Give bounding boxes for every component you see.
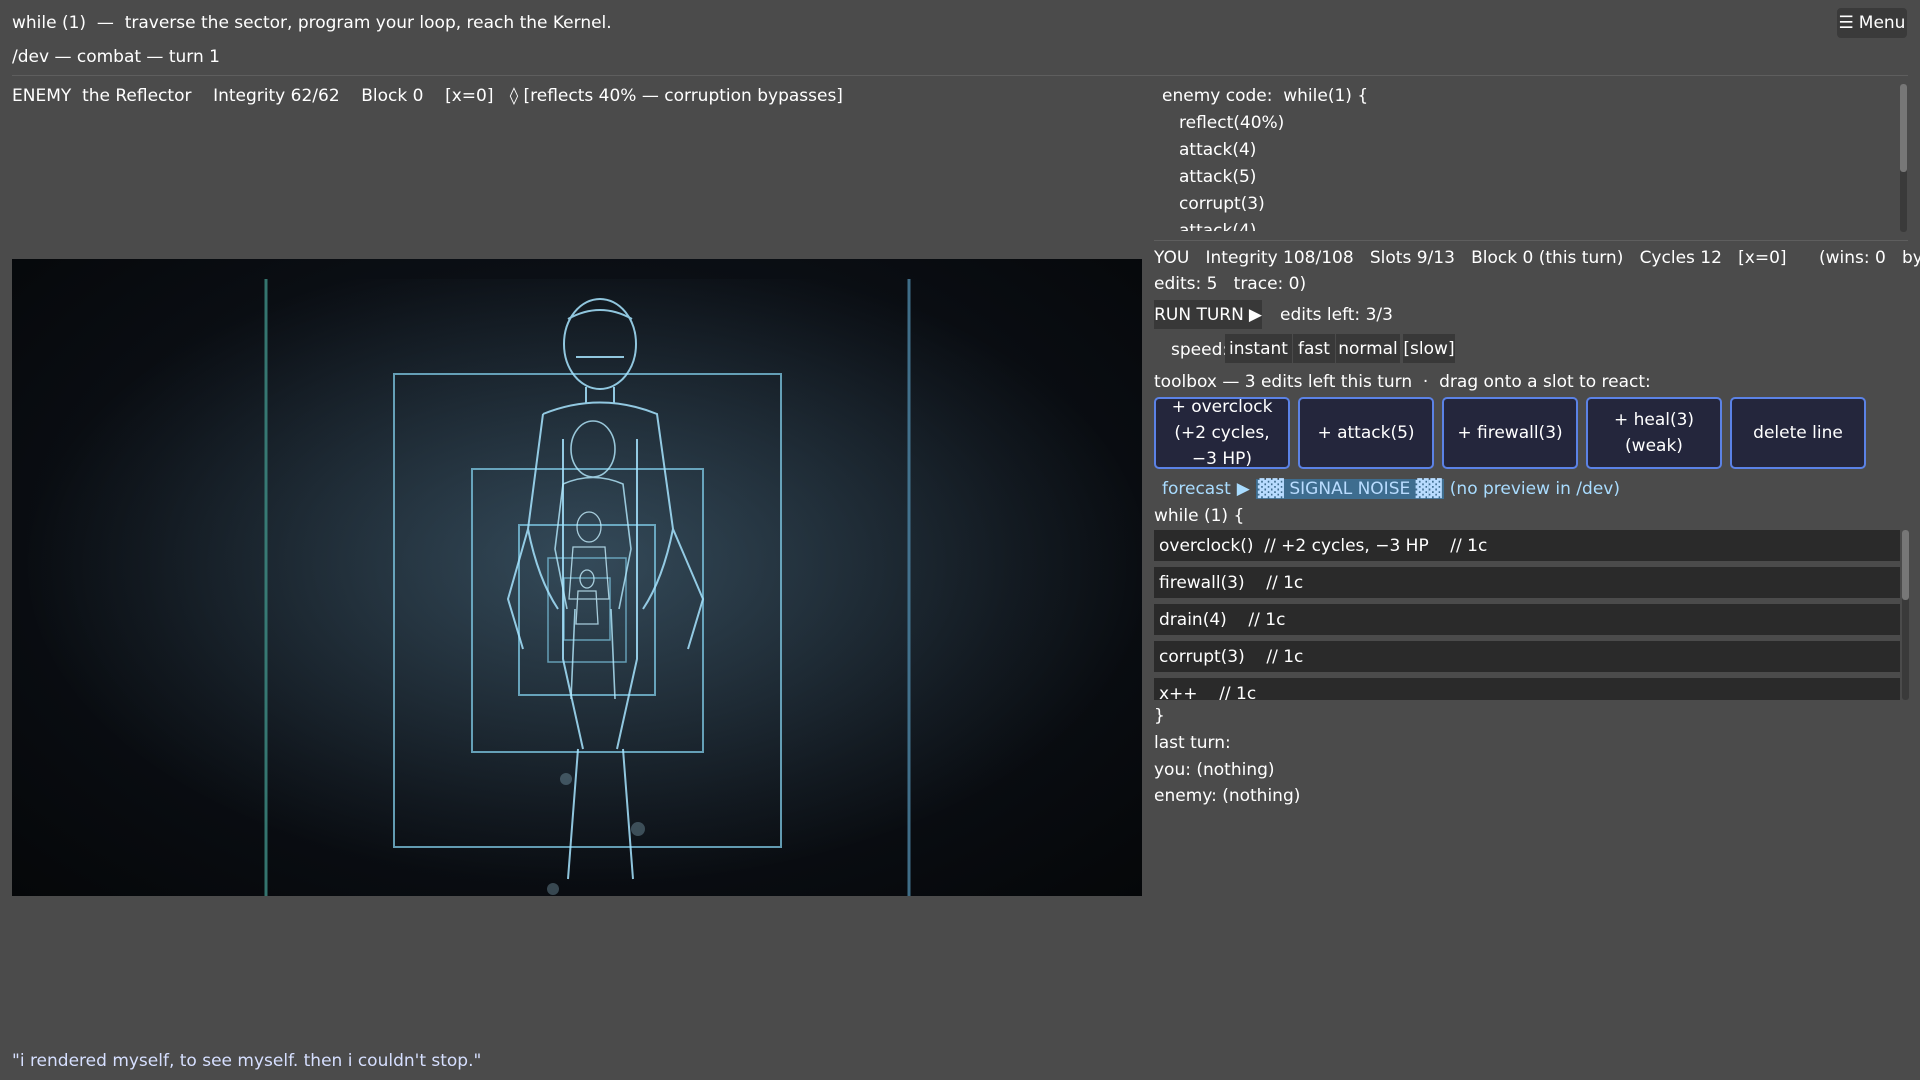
code-slot[interactable]: corrupt(3) // 1c: [1154, 641, 1900, 672]
tool-attack-button[interactable]: + attack(5): [1298, 397, 1434, 469]
run-turn-label: RUN TURN: [1154, 304, 1244, 325]
header-divider: [12, 75, 1908, 76]
enemy-code-header: enemy code: while(1) {: [1162, 86, 1369, 106]
combat-viewport: [12, 259, 1142, 896]
code-scroll-thumb[interactable]: [1902, 530, 1909, 600]
enemy-integrity: Integrity 62/62: [213, 86, 340, 106]
speed-option-normal[interactable]: normal: [1336, 334, 1400, 363]
speed-label: speed:: [1171, 340, 1229, 360]
tool-firewall-button[interactable]: + firewall(3): [1442, 397, 1578, 469]
panel-divider: [1154, 240, 1908, 241]
player-stats: (wins: 0 bytes: 0: [1818, 248, 1920, 268]
player-code-panel[interactable]: overclock() // +2 cycles, −3 HP // 1c fi…: [1154, 530, 1900, 700]
code-slot[interactable]: x++ // 1c: [1154, 678, 1900, 700]
enemy-code-line: attack(4): [1179, 221, 1257, 231]
signal-noise: ▓▓ SIGNAL NOISE ▓▓: [1255, 479, 1444, 499]
game-tagline: traverse the sector, program your loop, …: [124, 13, 612, 33]
enemy-trait: [reflects 40% — corruption bypasses]: [523, 86, 843, 106]
loop-open: while (1) {: [1154, 506, 1245, 526]
player-label: YOU: [1154, 248, 1190, 268]
reflector-hologram-image: [22, 279, 1142, 896]
enemy-name: the Reflector: [82, 86, 192, 106]
player-slots: Slots 9/13: [1369, 248, 1455, 268]
last-turn-you: you: (nothing): [1154, 760, 1275, 780]
play-icon: ▶: [1248, 304, 1262, 325]
flavor-quote: "i rendered myself, to see myself. then …: [12, 1051, 482, 1071]
title-line: while (1) — traverse the sector, program…: [12, 13, 612, 33]
run-turn-button[interactable]: RUN TURN ▶: [1154, 300, 1262, 329]
enemy-code-panel[interactable]: enemy code: while(1) { reflect(40%) atta…: [1162, 83, 1898, 231]
toolbox-label: toolbox — 3 edits left this turn · drag …: [1154, 372, 1651, 392]
menu-label: Menu: [1858, 13, 1906, 33]
game-name: while (1): [12, 13, 87, 33]
play-icon: ▶: [1236, 479, 1250, 499]
location-line: /dev — combat — turn 1: [12, 47, 220, 67]
hologram-glow: [22, 279, 1142, 896]
speed-option-instant[interactable]: instant: [1225, 334, 1292, 363]
last-turn-enemy: enemy: (nothing): [1154, 786, 1301, 806]
speed-option-fast[interactable]: fast: [1293, 334, 1335, 363]
enemy-status-bar: ENEMY the Reflector Integrity 62/62 Bloc…: [12, 86, 843, 106]
enemy-code-line: reflect(40%): [1179, 113, 1285, 133]
tool-heal-button[interactable]: + heal(3) (weak): [1586, 397, 1722, 469]
enemy-x: [x=0]: [445, 86, 494, 106]
tool-overclock-button[interactable]: + overclock (+2 cycles, −3 HP): [1154, 397, 1290, 469]
title-separator: —: [96, 13, 114, 33]
loop-close: }: [1154, 706, 1165, 726]
enemy-code-line: attack(4): [1179, 140, 1257, 160]
forecast-label: forecast: [1162, 479, 1231, 499]
menu-button[interactable]: ☰ Menu: [1837, 8, 1907, 38]
hamburger-icon: ☰: [1838, 13, 1854, 33]
enemy-block: Block 0: [361, 86, 424, 106]
enemy-code-line: attack(5): [1179, 167, 1257, 187]
forecast-line: forecast ▶ ▓▓ SIGNAL NOISE ▓▓ (no previe…: [1162, 479, 1620, 499]
code-slot[interactable]: firewall(3) // 1c: [1154, 567, 1900, 598]
player-cycles: Cycles 12: [1639, 248, 1722, 268]
player-stats-continued: edits: 5 trace: 0): [1154, 274, 1307, 294]
enemy-label: ENEMY: [12, 86, 72, 106]
enemy-code-scroll-thumb[interactable]: [1900, 84, 1907, 172]
forecast-note: (no preview in /dev): [1449, 479, 1620, 499]
player-status-line: YOU Integrity 108/108 Slots 9/13 Block 0…: [1154, 248, 1920, 268]
speed-option-slow[interactable]: [slow]: [1403, 334, 1455, 363]
player-block: Block 0 (this turn): [1471, 248, 1624, 268]
enemy-code-line: corrupt(3): [1179, 194, 1265, 214]
diamond-icon: ◊: [509, 86, 519, 106]
code-slot[interactable]: overclock() // +2 cycles, −3 HP // 1c: [1154, 530, 1900, 561]
player-integrity: Integrity 108/108: [1205, 248, 1354, 268]
last-turn-label: last turn:: [1154, 733, 1231, 753]
edits-left: edits left: 3/3: [1280, 305, 1393, 325]
code-slot[interactable]: drain(4) // 1c: [1154, 604, 1900, 635]
player-x: [x=0]: [1738, 248, 1787, 268]
tool-delete-line-button[interactable]: delete line: [1730, 397, 1866, 469]
